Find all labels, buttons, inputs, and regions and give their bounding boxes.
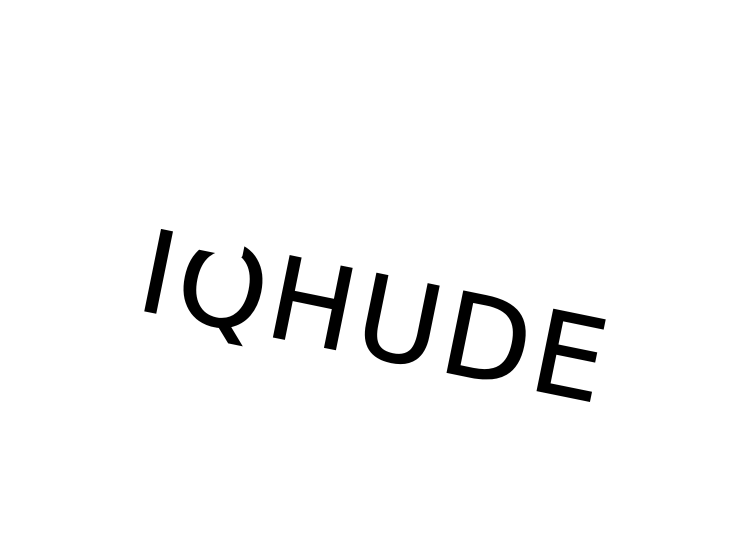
image-canvas: IQHUDE [0,0,750,550]
